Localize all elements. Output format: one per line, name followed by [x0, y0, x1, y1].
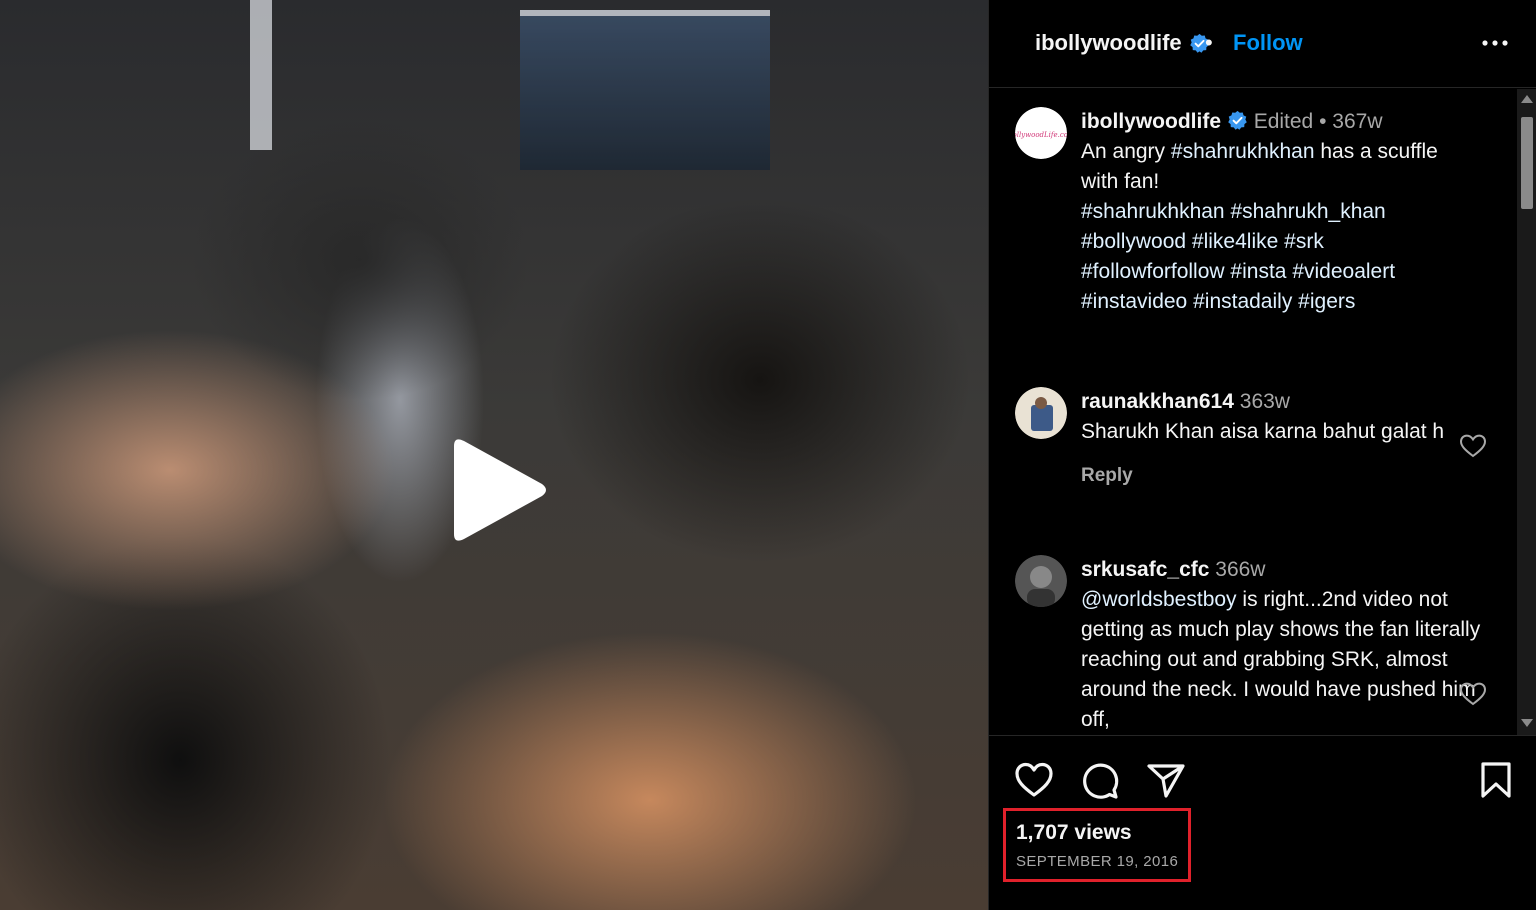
caption-text: An angry [1081, 140, 1171, 163]
hashtag-link[interactable]: #instadaily [1193, 290, 1292, 313]
caption-timestamp[interactable]: 367w [1332, 110, 1382, 133]
avatar[interactable] [1015, 555, 1067, 607]
views-count[interactable]: 1,707 views [1016, 821, 1132, 845]
hashtag-link[interactable]: #srk [1284, 230, 1324, 253]
hashtag-link[interactable]: #followforfollow [1081, 260, 1225, 283]
post-caption: BollywoodLife.com ibollywoodlife Edited … [1015, 107, 1485, 327]
header-separator: • [1205, 30, 1213, 55]
hashtag-link[interactable]: #bollywood [1081, 230, 1186, 253]
hashtag-link[interactable]: #igers [1298, 290, 1355, 313]
comment-text: Sharukh Khan aisa karna bahut galat h [1081, 420, 1445, 443]
like-comment-heart-icon[interactable] [1459, 681, 1487, 707]
post-side-panel: ibollywoodlife • Follow BollywoodLife.co… [988, 0, 1536, 910]
follow-button[interactable]: Follow [1233, 30, 1303, 56]
video-background-detail [250, 0, 272, 150]
post-header: ibollywoodlife • Follow [989, 0, 1536, 88]
like-comment-heart-icon[interactable] [1459, 433, 1487, 459]
comment-username[interactable]: raunakkhan614 [1081, 390, 1234, 413]
avatar[interactable]: BollywoodLife.com [1015, 107, 1067, 159]
header-username[interactable]: ibollywoodlife [1035, 30, 1182, 56]
more-horizontal-icon[interactable] [1479, 30, 1511, 56]
play-icon[interactable] [446, 436, 550, 544]
share-send-icon[interactable] [1145, 760, 1187, 800]
caption-separator: • [1319, 110, 1327, 133]
hashtag-link[interactable]: #shahrukh_khan [1230, 200, 1385, 223]
mention-link[interactable]: @worldsbestboy [1081, 588, 1237, 611]
views-highlight-box: 1,707 views SEPTEMBER 19, 2016 [1003, 808, 1191, 882]
video-background-detail [520, 10, 770, 170]
post-video[interactable] [0, 0, 988, 910]
hashtag-link[interactable]: #shahrukhkhan [1081, 200, 1225, 223]
comments-list[interactable]: BollywoodLife.com ibollywoodlife Edited … [989, 89, 1519, 735]
comment-item: raunakkhan614 363w Sharukh Khan aisa kar… [1015, 387, 1487, 527]
comment-username[interactable]: srkusafc_cfc [1081, 558, 1209, 581]
scroll-up-arrow-icon[interactable] [1521, 95, 1533, 103]
avatar[interactable] [1015, 387, 1067, 439]
hashtag-link[interactable]: #instavideo [1081, 290, 1187, 313]
like-heart-icon[interactable] [1013, 760, 1055, 800]
scroll-down-arrow-icon[interactable] [1521, 719, 1533, 727]
comment-timestamp[interactable]: 363w [1240, 390, 1290, 413]
hashtag-link[interactable]: #like4like [1192, 230, 1278, 253]
svg-text:BollywoodLife.com: BollywoodLife.com [1015, 131, 1067, 139]
edited-label: Edited [1253, 110, 1314, 133]
comment-timestamp[interactable]: 366w [1215, 558, 1265, 581]
hashtag-link[interactable]: #videoalert [1292, 260, 1395, 283]
comment-bubble-icon[interactable] [1079, 760, 1121, 800]
hashtag-link[interactable]: #shahrukhkhan [1171, 140, 1315, 163]
hashtag-link[interactable]: #insta [1230, 260, 1286, 283]
save-bookmark-icon[interactable] [1475, 760, 1517, 800]
comment-item: srkusafc_cfc 366w @worldsbestboy is righ… [1015, 555, 1487, 735]
verified-badge-icon [1228, 110, 1247, 130]
comments-scrollbar[interactable] [1517, 89, 1536, 735]
scrollbar-thumb[interactable] [1521, 117, 1533, 209]
post-date: SEPTEMBER 19, 2016 [1016, 853, 1179, 870]
caption-username[interactable]: ibollywoodlife [1081, 110, 1221, 133]
post-actions: 1,707 views SEPTEMBER 19, 2016 [989, 735, 1536, 910]
reply-button[interactable]: Reply [1081, 461, 1481, 491]
